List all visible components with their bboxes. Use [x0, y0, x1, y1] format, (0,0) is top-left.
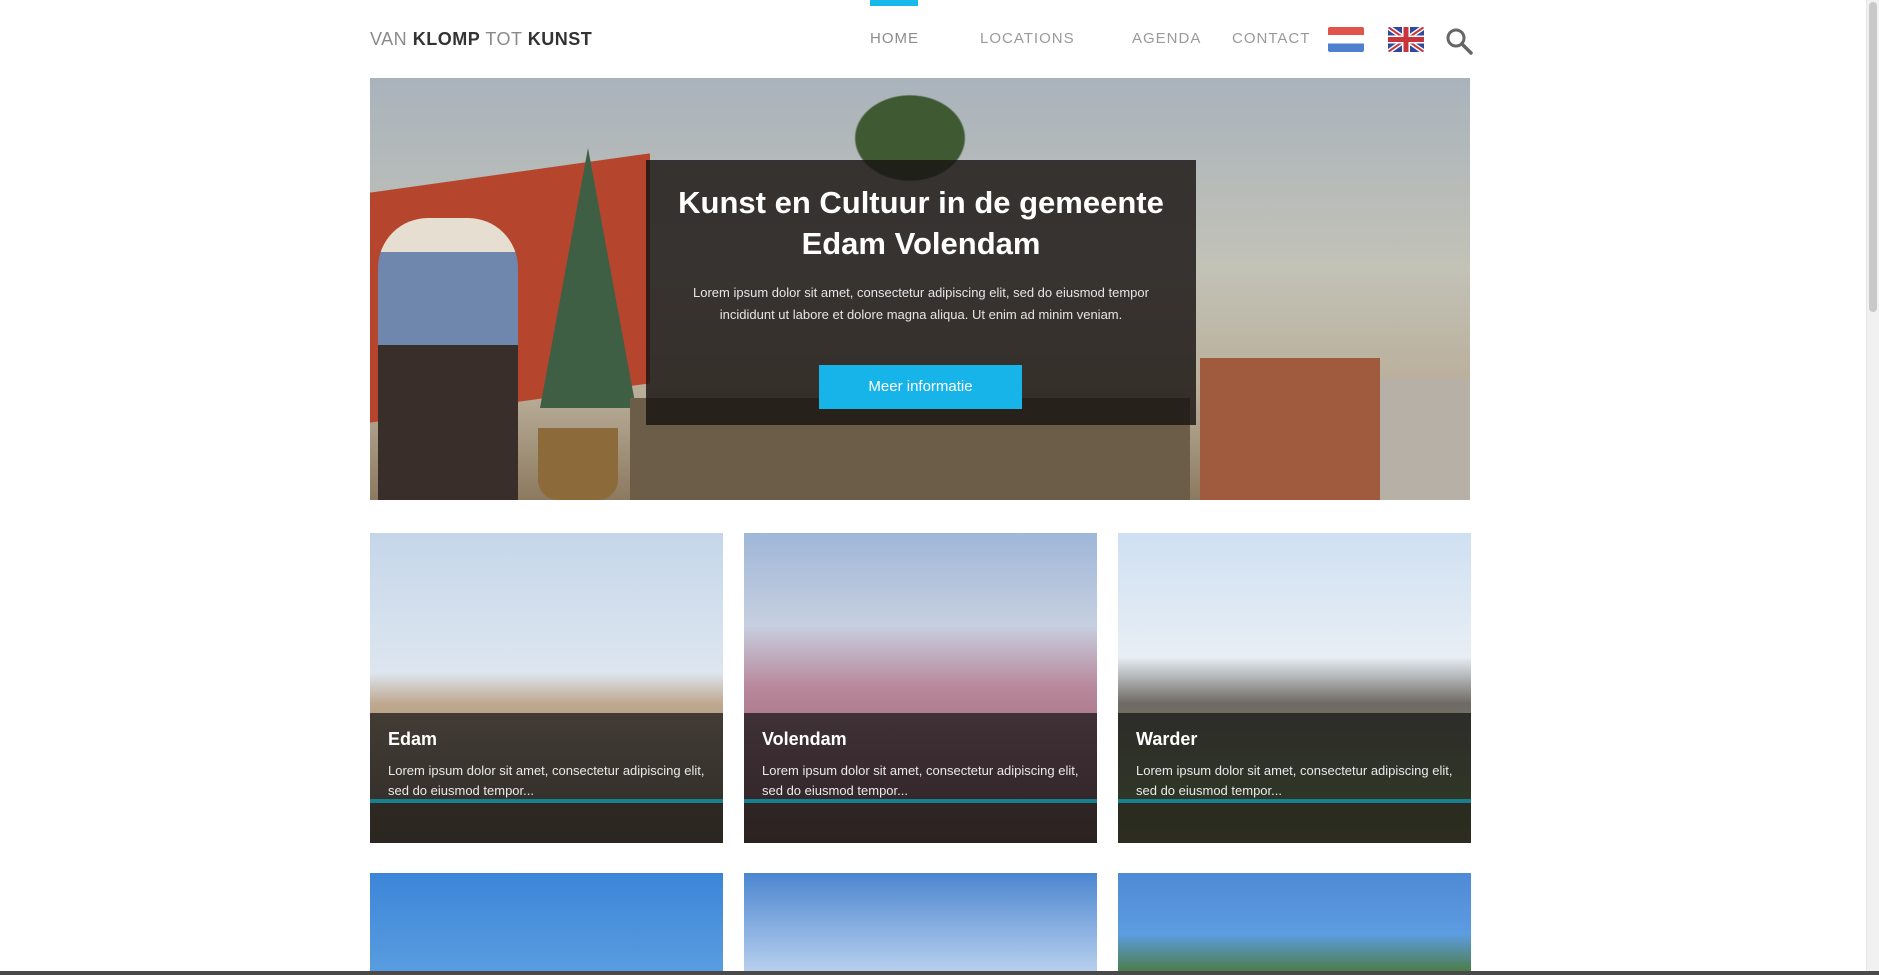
hero-title: Kunst en Cultuur in de gemeente Edam Vol… — [678, 185, 1164, 261]
logo-part-1: VAN — [370, 29, 408, 49]
card-warder[interactable]: Warder Lorem ipsum dolor sit amet, conse… — [1118, 533, 1471, 843]
card-title: Warder — [1136, 729, 1198, 749]
card-text: Lorem ipsum dolor sit amet, consectetur … — [388, 763, 705, 798]
card-image — [1118, 873, 1471, 975]
card-title: Volendam — [762, 729, 847, 749]
card-image — [744, 873, 1097, 975]
card-text: Lorem ipsum dolor sit amet, consectetur … — [762, 763, 1079, 798]
logo-part-4: KUNST — [527, 29, 593, 49]
flag-uk-icon[interactable] — [1388, 27, 1424, 52]
card-caption: Warder Lorem ipsum dolor sit amet, conse… — [1118, 713, 1471, 843]
scrollbar[interactable] — [1866, 0, 1879, 975]
card-row2-3[interactable] — [1118, 873, 1471, 975]
site-logo[interactable]: VAN KLOMP TOT KUNST — [370, 29, 592, 50]
card-text: Lorem ipsum dolor sit amet, consectetur … — [1136, 763, 1453, 798]
nav-active-indicator — [870, 0, 918, 6]
hero-text: Lorem ipsum dolor sit amet, consectetur … — [693, 285, 1149, 322]
logo-part-2: KLOMP — [412, 29, 481, 49]
scrollbar-thumb[interactable] — [1869, 2, 1877, 312]
flag-nl-icon[interactable] — [1328, 27, 1364, 52]
card-volendam[interactable]: Volendam Lorem ipsum dolor sit amet, con… — [744, 533, 1097, 843]
logo-part-3: TOT — [485, 29, 523, 49]
window-bottom-edge — [0, 971, 1879, 975]
card-edam[interactable]: Edam Lorem ipsum dolor sit amet, consect… — [370, 533, 723, 843]
card-caption: Edam Lorem ipsum dolor sit amet, consect… — [370, 713, 723, 843]
search-icon[interactable] — [1444, 26, 1474, 56]
more-info-button[interactable]: Meer informatie — [819, 365, 1022, 409]
card-caption: Volendam Lorem ipsum dolor sit amet, con… — [744, 713, 1097, 843]
nav-contact[interactable]: CONTACT — [1232, 30, 1310, 47]
nav-locations[interactable]: LOCATIONS — [980, 30, 1075, 47]
card-row2-2[interactable] — [744, 873, 1097, 975]
card-row2-1[interactable] — [370, 873, 723, 975]
card-image — [370, 873, 723, 975]
nav-home[interactable]: HOME — [870, 30, 919, 47]
card-title: Edam — [388, 729, 438, 749]
nav-agenda[interactable]: AGENDA — [1132, 30, 1201, 47]
